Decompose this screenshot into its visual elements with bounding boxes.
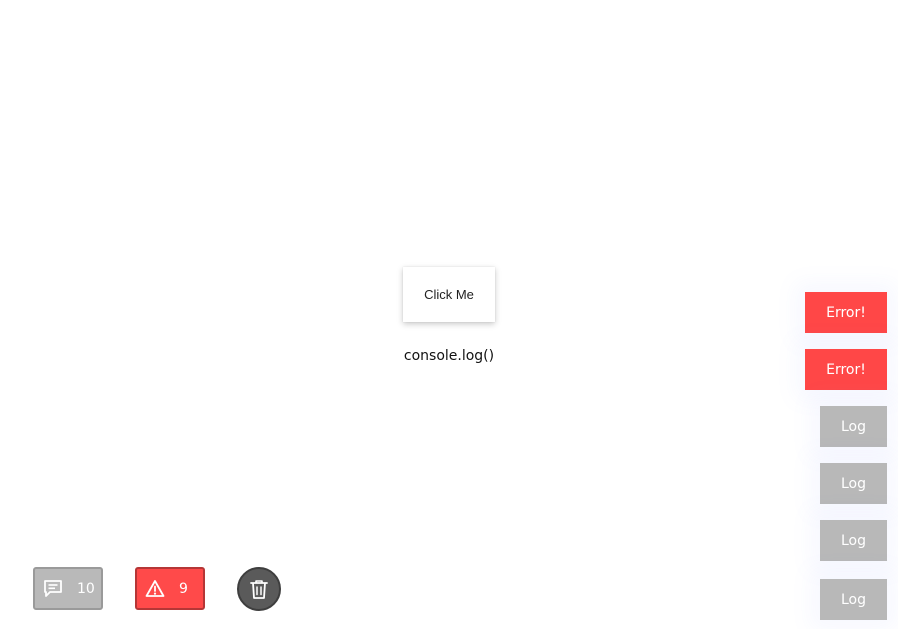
toast-error[interactable]: Error! [805,292,887,333]
click-me-button[interactable]: Click Me [403,267,495,322]
message-icon [43,579,63,599]
page: Click Me console.log() Error! Error! Log… [0,0,898,629]
console-log-caption: console.log() [403,348,495,364]
toast-log[interactable]: Log [820,406,887,447]
clear-console-button[interactable] [237,567,281,611]
trash-icon [249,578,269,600]
bottom-toolbar: 10 9 [0,566,898,616]
toast-log[interactable]: Log [820,463,887,504]
toast-log[interactable]: Log [820,520,887,561]
log-count: 10 [77,580,95,597]
toast-error[interactable]: Error! [805,349,887,390]
error-count: 9 [179,580,188,597]
warning-icon [145,579,165,599]
error-count-button[interactable]: 9 [135,567,205,610]
log-count-button[interactable]: 10 [33,567,103,610]
